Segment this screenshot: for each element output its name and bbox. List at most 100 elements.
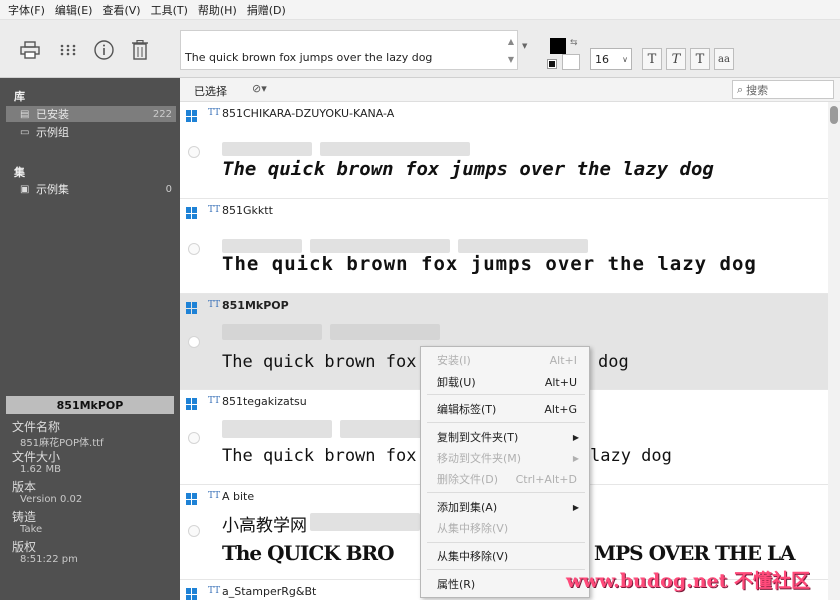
menu-separator: [427, 394, 585, 395]
sidebar-item-example-group[interactable]: ▭ 示例组: [6, 124, 176, 140]
select-radio[interactable]: [188, 243, 200, 255]
list-scrollbar[interactable]: [828, 102, 840, 600]
menu-edit-tags[interactable]: 编辑标签(T) Alt+G: [421, 399, 589, 419]
font-name: 851CHIKARA-DZUYOKU-KANA-A: [222, 107, 395, 120]
font-row[interactable]: TT 851CHIKARA-DZUYOKU-KANA-A The quick b…: [180, 102, 828, 199]
version-value: Version 0.02: [20, 494, 83, 505]
chevron-down-icon: ∨: [622, 54, 628, 64]
select-radio[interactable]: [188, 146, 200, 158]
background-color-swatch[interactable]: [562, 54, 580, 70]
menu-item-label: 移动到文件夹(M): [437, 452, 522, 465]
folder-icon: ▭: [20, 126, 30, 138]
font-sample: The QUICK BRO: [222, 541, 395, 565]
font-sample-tail: lazy dog: [590, 446, 672, 466]
menu-separator: [427, 569, 585, 570]
menu-remove-from-collection[interactable]: 从集中移除(V): [421, 546, 589, 566]
preview-dropdown-icon[interactable]: ▼: [522, 42, 527, 50]
font-row[interactable]: TT 851Gkktt The quick brown fox jumps ov…: [180, 199, 828, 294]
file-name-value: 851麻花POP体.ttf: [20, 438, 104, 449]
menu-shortcut: Alt+G: [544, 402, 577, 416]
menu-item-label: 安装(I): [437, 354, 471, 367]
font-sample: The quick brown fox jumps over the lazy …: [222, 253, 757, 275]
menu-shortcut: Alt+I: [549, 353, 577, 367]
site-watermark: www.budog.net 不懂社区: [566, 570, 811, 592]
swap-colors-icon[interactable]: ⇆: [570, 38, 578, 48]
search-input[interactable]: ⌕ 搜索: [732, 80, 834, 99]
menu-item-label: 编辑标签(T): [437, 403, 497, 416]
case-button[interactable]: aa: [714, 48, 734, 70]
menu-add-to-collection[interactable]: 添加到集(A) ▶: [421, 497, 589, 517]
windows-icon: [186, 398, 198, 410]
menu-item-label: 删除文件(D): [437, 473, 499, 486]
library-heading: 库: [14, 90, 25, 103]
font-sample: The quick brown fox j: [222, 352, 437, 372]
list-toolbar: 已选择 ⊘▾ ⌕ 搜索: [180, 78, 840, 102]
menu-item-label: 从集中移除(V): [437, 522, 509, 535]
file-size-value: 1.62 MB: [20, 464, 61, 475]
chevron-up-icon[interactable]: ▲: [508, 37, 514, 46]
menu-delete-file[interactable]: 删除文件(D) Ctrl+Alt+D: [421, 469, 589, 489]
sidebar-item-installed[interactable]: ▤ 已安装 222: [6, 106, 176, 122]
menu-remove-from-collection-disabled[interactable]: 从集中移除(V): [421, 518, 589, 538]
truetype-icon: TT: [208, 205, 221, 215]
menu-view[interactable]: 查看(V): [102, 2, 140, 18]
windows-icon: [186, 207, 198, 219]
search-icon: ⌕: [737, 82, 744, 96]
menubar: 字体(F) 编辑(E) 查看(V) 工具(T) 帮助(H) 捐赠(D): [0, 0, 840, 20]
font-name: A bite: [222, 490, 255, 503]
maker-label: 铸造: [12, 510, 37, 524]
trash-icon[interactable]: [128, 38, 152, 62]
menu-tools[interactable]: 工具(T): [151, 2, 188, 18]
menu-move-to-folder[interactable]: 移动到文件夹(M) ▶: [421, 448, 589, 468]
sidebar-item-label: 示例集: [36, 183, 69, 196]
font-name: 851MkPOP: [222, 299, 289, 312]
preview-text-input[interactable]: The quick brown fox jumps over the lazy …: [180, 30, 518, 70]
sidebar-item-example-collection[interactable]: ▣ 示例集 0: [6, 181, 176, 197]
select-radio[interactable]: [188, 336, 200, 348]
reset-colors-icon[interactable]: [547, 59, 557, 69]
foreground-color-swatch[interactable]: [550, 38, 566, 54]
outline-button[interactable]: T: [690, 48, 710, 70]
font-sample-cjk: 小高教学网: [222, 516, 307, 536]
menu-uninstall[interactable]: 卸载(U) Alt+U: [421, 372, 589, 392]
print-icon[interactable]: [18, 38, 42, 62]
version-label: 版本: [12, 480, 37, 494]
preview-scroll-arrows[interactable]: ▲ ▼: [504, 32, 518, 68]
installed-icon: ▤: [20, 108, 30, 120]
menu-font[interactable]: 字体(F): [8, 2, 45, 18]
menu-properties[interactable]: 属性(R): [421, 574, 589, 594]
menu-item-label: 属性(R): [437, 578, 476, 591]
tag-icon[interactable]: ⊘▾: [252, 82, 267, 95]
bold-button[interactable]: T: [642, 48, 662, 70]
font-sample: The quick brown fox jumps over the lazy …: [222, 158, 714, 180]
selected-filter-button[interactable]: 已选择: [194, 83, 227, 99]
select-radio[interactable]: [188, 525, 200, 537]
scrollbar-thumb[interactable]: [830, 106, 838, 124]
file-size-label: 文件大小: [12, 450, 61, 464]
font-sample: The quick brown fox: [222, 446, 417, 466]
chevron-down-icon[interactable]: ▼: [508, 55, 514, 64]
font-size-select[interactable]: 16 ∨: [590, 48, 632, 70]
font-manager-window: 字体(F) 编辑(E) 查看(V) 工具(T) 帮助(H) 捐赠(D) The …: [0, 0, 840, 600]
file-name-label: 文件名称: [12, 420, 61, 434]
windows-icon: [186, 110, 198, 122]
copyright-label: 版权: [12, 540, 37, 554]
italic-button[interactable]: T: [666, 48, 686, 70]
grid-view-icon[interactable]: [56, 38, 80, 62]
menu-edit[interactable]: 编辑(E): [55, 2, 93, 18]
select-radio[interactable]: [188, 432, 200, 444]
menu-install[interactable]: 安装(I) Alt+I: [421, 350, 589, 370]
submenu-arrow-icon: ▶: [572, 453, 579, 463]
windows-icon: [186, 588, 198, 600]
menu-item-label: 复制到文件夹(T): [437, 431, 519, 444]
menu-help[interactable]: 帮助(H): [198, 2, 237, 18]
context-menu: 安装(I) Alt+I 卸载(U) Alt+U 编辑标签(T) Alt+G 复制…: [420, 346, 590, 598]
truetype-icon: TT: [208, 300, 221, 310]
menu-donate[interactable]: 捐赠(D): [247, 2, 286, 18]
menu-copy-to-folder[interactable]: 复制到文件夹(T) ▶: [421, 427, 589, 447]
collection-icon: ▣: [20, 183, 30, 195]
windows-icon: [186, 302, 198, 314]
menu-shortcut: Alt+U: [544, 375, 577, 389]
info-icon[interactable]: [92, 38, 116, 62]
menu-item-label: 从集中移除(V): [437, 550, 509, 563]
